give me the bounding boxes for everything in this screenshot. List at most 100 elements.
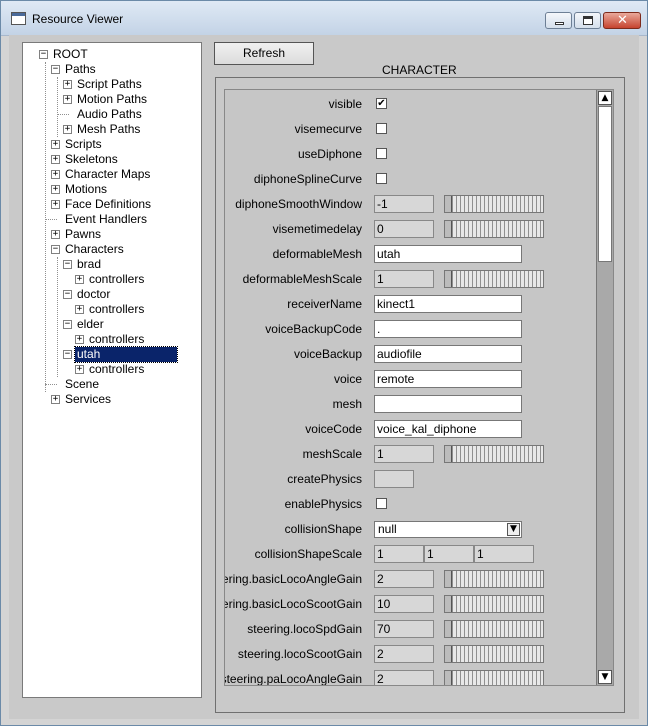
receivername-field[interactable]: kinect1	[374, 295, 522, 313]
close-button[interactable]: ✕	[603, 12, 641, 29]
prop-row-voicebackup: voiceBackup audiofile	[225, 344, 597, 364]
expand-icon[interactable]: +	[75, 275, 84, 284]
chevron-down-icon[interactable]: ▼	[507, 523, 520, 536]
locoscootgain-slider[interactable]	[444, 645, 544, 663]
prop-row-diphonesplinecurve: diphoneSplineCurve	[225, 169, 597, 189]
collisionshape-value: null	[378, 522, 397, 536]
diphonesplinecurve-checkbox[interactable]	[376, 173, 387, 184]
expand-icon[interactable]: +	[51, 395, 60, 404]
expand-icon[interactable]: +	[63, 95, 72, 104]
expand-icon[interactable]: +	[63, 80, 72, 89]
collisionshapescale-y-field[interactable]: 1	[424, 545, 474, 563]
prop-row-receivername: receiverName kinect1	[225, 294, 597, 314]
tree-guide	[57, 77, 58, 137]
title-bar[interactable]: Resource Viewer ✕	[1, 1, 647, 36]
tree-guide	[45, 384, 57, 385]
close-icon: ✕	[617, 13, 628, 28]
prop-row-deformablemeshscale: deformableMeshScale 1	[225, 269, 597, 289]
expand-icon[interactable]: +	[75, 335, 84, 344]
locospdgain-slider[interactable]	[444, 620, 544, 638]
scroll-down-icon[interactable]: ▼	[598, 670, 612, 684]
expand-icon[interactable]: +	[63, 125, 72, 134]
expand-icon[interactable]: +	[75, 365, 84, 374]
usediphone-checkbox[interactable]	[376, 148, 387, 159]
mesh-field[interactable]	[374, 395, 522, 413]
visemetimedelay-slider[interactable]	[444, 220, 544, 238]
maximize-button[interactable]	[574, 12, 601, 29]
refresh-button[interactable]: Refresh	[214, 42, 314, 65]
createphysics-button[interactable]	[374, 470, 414, 488]
slider-thumb[interactable]	[445, 596, 452, 612]
meshscale-slider[interactable]	[444, 445, 544, 463]
section-title: CHARACTER	[382, 63, 457, 77]
diphonesmoothwindow-field[interactable]: -1	[374, 195, 434, 213]
slider-thumb[interactable]	[445, 671, 452, 685]
slider-thumb[interactable]	[445, 196, 452, 212]
prop-row-deformablemesh: deformableMesh utah	[225, 244, 597, 264]
slider-thumb[interactable]	[445, 446, 452, 462]
visemecurve-checkbox[interactable]	[376, 123, 387, 134]
selected-tree-label: utah	[74, 346, 178, 363]
scroll-up-icon[interactable]: ▲	[598, 91, 612, 105]
maximize-icon	[583, 16, 593, 25]
slider-thumb[interactable]	[445, 271, 452, 287]
collisionshapescale-x-field[interactable]: 1	[374, 545, 424, 563]
voicebackup-field[interactable]: audiofile	[374, 345, 522, 363]
expand-icon[interactable]: +	[51, 200, 60, 209]
collapse-icon[interactable]: −	[63, 260, 72, 269]
expand-icon[interactable]: +	[51, 155, 60, 164]
collapse-icon[interactable]: −	[63, 350, 72, 359]
window-title: Resource Viewer	[32, 12, 124, 26]
collapse-icon[interactable]: −	[51, 245, 60, 254]
collapse-icon[interactable]: −	[63, 320, 72, 329]
deformablemesh-field[interactable]: utah	[374, 245, 522, 263]
expand-icon[interactable]: +	[51, 230, 60, 239]
prop-row-diphonesmoothwindow: diphoneSmoothWindow -1	[225, 194, 597, 214]
voicebackupcode-field[interactable]: .	[374, 320, 522, 338]
tree-guide	[45, 219, 57, 220]
prop-row-voicebackupcode: voiceBackupCode .	[225, 319, 597, 339]
prop-row-palocoanglegain: steering.paLocoAngleGain 2	[225, 669, 597, 685]
basiclocoscootgain-field[interactable]: 10	[374, 595, 434, 613]
properties-scrollbar[interactable]: ▲ ▼	[596, 90, 613, 685]
expand-icon[interactable]: +	[75, 305, 84, 314]
basiclocoscootgain-slider[interactable]	[444, 595, 544, 613]
visible-checkbox[interactable]: ✔	[376, 98, 387, 109]
enablephysics-checkbox[interactable]	[376, 498, 387, 509]
slider-thumb[interactable]	[445, 221, 452, 237]
prop-row-collisionshapescale: collisionShapeScale 1 1 1	[225, 544, 597, 564]
expand-icon[interactable]: +	[51, 185, 60, 194]
collisionshape-select[interactable]: null ▼	[374, 521, 522, 538]
properties-panel: visible ✔ visemecurve useDiphone diphone…	[224, 89, 614, 686]
scrollbar-thumb[interactable]	[598, 106, 612, 262]
collapse-icon[interactable]: −	[51, 65, 60, 74]
locoscootgain-field[interactable]: 2	[374, 645, 434, 663]
visemetimedelay-field[interactable]: 0	[374, 220, 434, 238]
meshscale-field[interactable]: 1	[374, 445, 434, 463]
prop-row-voicecode: voiceCode voice_kal_diphone	[225, 419, 597, 439]
slider-thumb[interactable]	[445, 571, 452, 587]
basiclocoanglegain-slider[interactable]	[444, 570, 544, 588]
voicecode-field[interactable]: voice_kal_diphone	[374, 420, 522, 438]
prop-row-visible: visible ✔	[328, 97, 387, 111]
collisionshapescale-z-field[interactable]: 1	[474, 545, 534, 563]
collapse-icon[interactable]: −	[39, 50, 48, 59]
client-area: − ROOT − Paths + Script Paths + Motion P…	[9, 35, 639, 719]
voice-field[interactable]: remote	[374, 370, 522, 388]
minimize-button[interactable]	[545, 12, 572, 29]
resource-tree[interactable]: − ROOT − Paths + Script Paths + Motion P…	[22, 42, 202, 698]
slider-thumb[interactable]	[445, 621, 452, 637]
palocoanglegain-field[interactable]: 2	[374, 670, 434, 685]
palocoanglegain-slider[interactable]	[444, 670, 544, 685]
collapse-icon[interactable]: −	[63, 290, 72, 299]
deformablemeshscale-slider[interactable]	[444, 270, 544, 288]
tree-guide	[57, 257, 58, 377]
locospdgain-field[interactable]: 70	[374, 620, 434, 638]
deformablemeshscale-field[interactable]: 1	[374, 270, 434, 288]
slider-thumb[interactable]	[445, 646, 452, 662]
basiclocoanglegain-field[interactable]: 2	[374, 570, 434, 588]
diphonesmoothwindow-slider[interactable]	[444, 195, 544, 213]
expand-icon[interactable]: +	[51, 170, 60, 179]
prop-row-basiclocoscootgain: ering.basicLocoScootGain 10	[225, 594, 597, 614]
expand-icon[interactable]: +	[51, 140, 60, 149]
